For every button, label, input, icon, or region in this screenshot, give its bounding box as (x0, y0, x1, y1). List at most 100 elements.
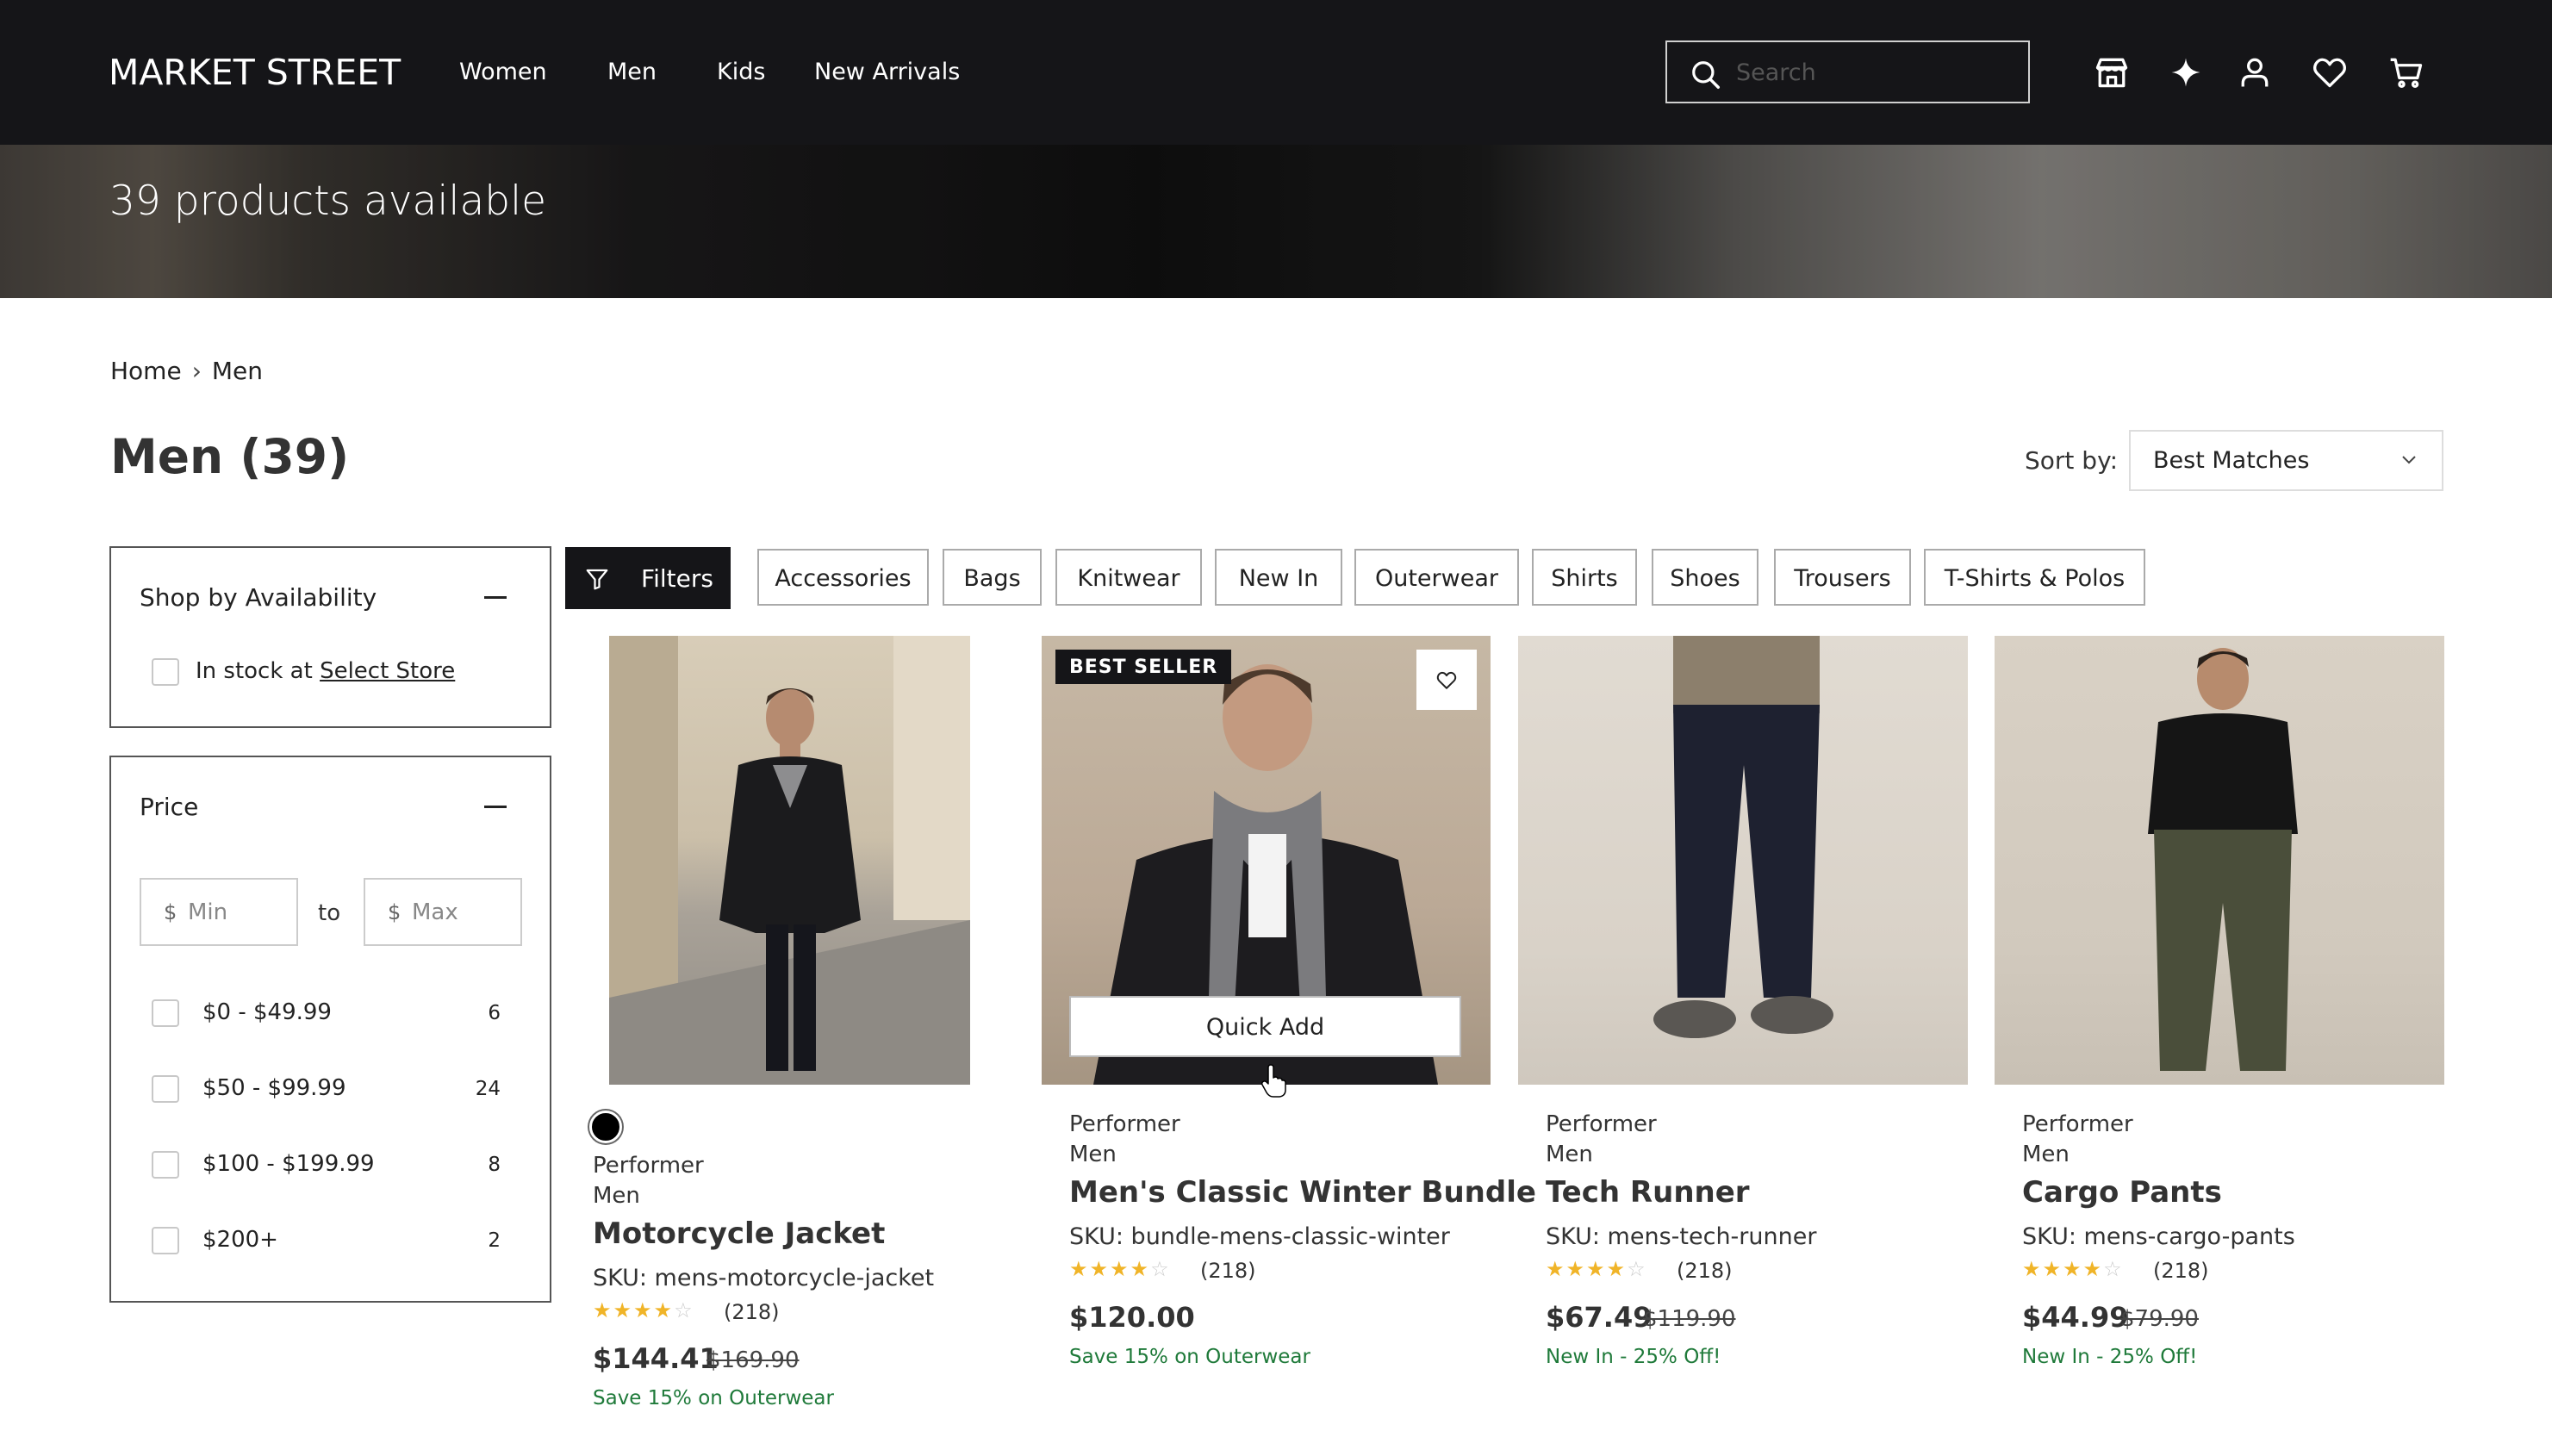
in-stock-label: In stock at Select Store (196, 658, 455, 684)
breadcrumb-home[interactable]: Home (110, 357, 182, 385)
breadcrumb: Home › Men (110, 357, 263, 385)
hero-text: 39 products available (109, 177, 547, 225)
price-range-label: $50 - $99.99 (202, 1075, 346, 1101)
product-photo-tech-runner (1653, 636, 1833, 1038)
star-rating: ★★★★☆ (1546, 1257, 1647, 1281)
breadcrumb-men[interactable]: Men (212, 357, 263, 385)
sort-label: Sort by: (2025, 446, 2119, 475)
product-image[interactable] (1995, 636, 2444, 1085)
product-sku: SKU: bundle-mens-classic-winter (1069, 1223, 1450, 1250)
nav-kids[interactable]: Kids (717, 59, 765, 85)
chip-new-in[interactable]: New In (1215, 549, 1342, 606)
review-count: (218) (2153, 1259, 2209, 1283)
product-sku: SKU: mens-tech-runner (1546, 1223, 1817, 1250)
product-brand: Performer (2022, 1111, 2133, 1137)
product-sku: SKU: mens-motorcycle-jacket (593, 1265, 935, 1291)
product-brand: Performer (593, 1153, 704, 1179)
nav-new-arrivals[interactable]: New Arrivals (814, 59, 960, 85)
product-sku: SKU: mens-cargo-pants (2022, 1223, 2295, 1250)
price-range-label: $100 - $199.99 (202, 1151, 375, 1177)
sort-dropdown[interactable]: Best Matches (2129, 430, 2443, 491)
in-stock-text: In stock at (196, 658, 313, 684)
review-count: (218) (1677, 1259, 1733, 1283)
store-icon[interactable] (2093, 53, 2131, 91)
minus-icon[interactable] (484, 596, 507, 599)
chip-trousers[interactable]: Trousers (1774, 549, 1911, 606)
account-icon[interactable] (2236, 53, 2274, 91)
chip-bags[interactable]: Bags (943, 549, 1042, 606)
chip-accessories[interactable]: Accessories (757, 549, 929, 606)
price-range-label: $200+ (202, 1227, 278, 1253)
sort-value: Best Matches (2153, 447, 2310, 474)
search-icon (1692, 61, 1720, 89)
site-header: MARKET STREET Women Men Kids New Arrival… (0, 0, 2552, 145)
price-max-input[interactable] (412, 895, 507, 930)
chip-outerwear[interactable]: Outerwear (1354, 549, 1519, 606)
wishlist-icon[interactable] (2311, 53, 2349, 91)
price-range-checkbox[interactable] (152, 1227, 179, 1254)
price-min-input[interactable] (188, 895, 283, 930)
price-range-checkbox[interactable] (152, 1151, 179, 1179)
product-promo: New In - 25% Off! (1546, 1346, 1721, 1368)
minus-icon[interactable] (484, 806, 507, 808)
chip-knitwear[interactable]: Knitwear (1055, 549, 1202, 606)
price-range-count: 6 (488, 1002, 501, 1024)
chevron-right-icon: › (191, 357, 202, 385)
review-count: (218) (724, 1300, 780, 1324)
price-range-count: 8 (488, 1154, 501, 1176)
product-brand: Performer (1546, 1111, 1657, 1137)
product-name[interactable]: Men's Classic Winter Bundle (1069, 1175, 1536, 1210)
product-image[interactable]: BEST SELLER Quick Add (1042, 636, 1491, 1085)
price-range-label: $0 - $49.99 (202, 999, 332, 1025)
in-stock-checkbox[interactable] (152, 658, 179, 686)
heart-icon (1436, 671, 1457, 689)
product-promo: Save 15% on Outerwear (1069, 1346, 1310, 1368)
chip-shoes[interactable]: Shoes (1652, 549, 1758, 606)
price-range-count: 24 (475, 1078, 501, 1100)
product-original-price: $79.90 (2120, 1306, 2199, 1332)
chip-shirts[interactable]: Shirts (1532, 549, 1637, 606)
cart-icon[interactable] (2387, 53, 2425, 91)
search-box[interactable] (1665, 40, 2030, 103)
product-image[interactable] (1518, 636, 1968, 1085)
product-image[interactable] (609, 636, 970, 1085)
currency-symbol: $ (388, 900, 401, 924)
nav-men[interactable]: Men (607, 59, 657, 85)
filters-button[interactable]: Filters (565, 547, 731, 609)
price-filter-panel: Price $ to $ $0 - $49.99 6 $50 - $99.99 … (109, 756, 551, 1303)
product-category: Men (2022, 1142, 2070, 1167)
sparkle-icon[interactable] (2167, 53, 2205, 91)
product-name[interactable]: Motorcycle Jacket (593, 1216, 885, 1251)
star-rating: ★★★★☆ (2022, 1257, 2124, 1281)
product-photo-motorcycle-jacket (609, 636, 970, 1085)
best-seller-badge: BEST SELLER (1055, 650, 1232, 684)
product-promo: New In - 25% Off! (2022, 1346, 2198, 1368)
add-to-wishlist-button[interactable] (1416, 650, 1477, 710)
product-category: Men (1069, 1142, 1117, 1167)
quick-add-button[interactable]: Quick Add (1069, 996, 1461, 1057)
search-input[interactable] (1736, 54, 2012, 90)
site-logo[interactable]: MARKET STREET (109, 52, 401, 93)
hand-cursor-icon (1261, 1064, 1286, 1098)
product-original-price: $169.90 (706, 1347, 800, 1373)
color-swatch-black[interactable] (589, 1111, 622, 1143)
product-category: Men (593, 1183, 640, 1209)
product-name[interactable]: Cargo Pants (2022, 1175, 2222, 1210)
product-name[interactable]: Tech Runner (1546, 1175, 1750, 1210)
product-price: $44.99 (2022, 1301, 2129, 1334)
price-range-checkbox[interactable] (152, 999, 179, 1027)
price-range-checkbox[interactable] (152, 1075, 179, 1103)
price-min-field[interactable]: $ (140, 878, 298, 946)
product-brand: Performer (1069, 1111, 1180, 1137)
review-count: (218) (1200, 1259, 1256, 1283)
price-to-label: to (318, 900, 341, 926)
product-photo-cargo-pants (2148, 648, 2298, 1071)
chip-tshirts-polos[interactable]: T-Shirts & Polos (1924, 549, 2145, 606)
price-title: Price (140, 793, 199, 821)
product-promo: Save 15% on Outerwear (593, 1387, 834, 1409)
page-title: Men (39) (110, 429, 350, 484)
availability-filter-panel: Shop by Availability In stock at Select … (109, 546, 551, 728)
price-max-field[interactable]: $ (364, 878, 522, 946)
nav-women[interactable]: Women (459, 59, 547, 85)
select-store-link[interactable]: Select Store (320, 658, 455, 684)
